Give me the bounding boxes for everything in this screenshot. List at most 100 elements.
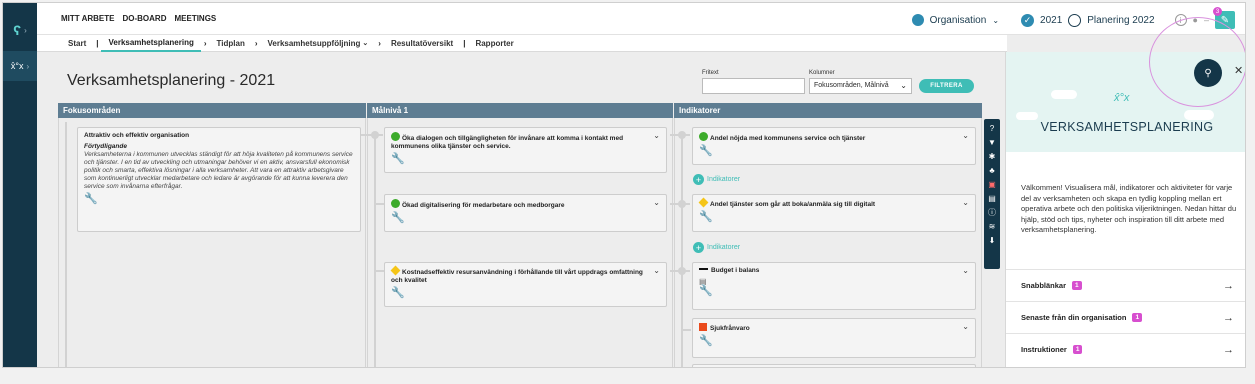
- subnav-verksamhetsuppfoljning[interactable]: Verksamhetsuppföljning ⌄: [261, 35, 376, 52]
- info-icon[interactable]: ⓘ: [986, 207, 998, 218]
- year-selector[interactable]: 2021: [1040, 15, 1062, 26]
- screenshot-frame: ʕ › x̂°x › MITT ARBETE DO-BOARD MEETINGS O…: [0, 0, 1255, 384]
- add-indicator-button[interactable]: + Indikatorer: [693, 242, 740, 253]
- cloud-decoration: [1016, 112, 1038, 120]
- arrow-right-icon: →: [1223, 311, 1234, 324]
- goal-title: Kostnadseffektiv resursanvändning i förh…: [391, 269, 643, 284]
- plan-selector[interactable]: Planering 2022: [1087, 15, 1154, 26]
- notification-count: 3: [1213, 7, 1222, 16]
- fritext-input[interactable]: [702, 78, 805, 94]
- chevron-right-icon: ›: [203, 38, 207, 48]
- chevron-right-icon: ›: [26, 61, 30, 71]
- planning-icon: x̂°x: [10, 61, 24, 71]
- main-content: Verksamhetsplanering - 2021 Fritext Kolu…: [37, 52, 1005, 367]
- pdf-icon[interactable]: ▣: [986, 179, 998, 190]
- planning-logo-icon: x̂°x: [1114, 92, 1130, 104]
- tree-node: [678, 131, 686, 139]
- topnav-item-do-board[interactable]: DO-BOARD: [122, 14, 166, 23]
- subnav-label: Verksamhetsuppföljning: [267, 38, 361, 48]
- wrench-icon[interactable]: 🔧: [699, 336, 969, 347]
- top-nav: MITT ARBETE DO-BOARD MEETINGS: [61, 14, 216, 23]
- panel-title: VERKSAMHETSPLANERING: [1040, 120, 1214, 134]
- arrow-right-icon: →: [1223, 343, 1234, 356]
- indicator-title: Andel tjänster som går att boka/anmäla s…: [710, 201, 876, 208]
- subnav-tidplan[interactable]: Tidplan: [210, 35, 252, 52]
- columns-select[interactable]: Fokusområden, Målnivå ⌄: [809, 78, 912, 94]
- chevron-down-icon[interactable]: ⌄: [653, 199, 660, 207]
- export-icon[interactable]: ⬇: [986, 235, 998, 246]
- row-count-badge: 1: [1132, 313, 1143, 322]
- page-title: Verksamhetsplanering - 2021: [67, 72, 276, 89]
- focus-area-title: Attraktiv och effektiv organisation: [84, 132, 190, 139]
- cloud-decoration: [1184, 110, 1214, 120]
- subnav-rapporter[interactable]: Rapporter: [468, 35, 520, 52]
- goal-card[interactable]: ⌄ Öka dialogen och tillgängligheten för …: [384, 127, 667, 173]
- goal-title: Ökad digitalisering för medarbetare och …: [402, 202, 565, 209]
- organisation-icon: [911, 14, 924, 26]
- tree-connector: [374, 270, 384, 272]
- goal-card[interactable]: ⌄ Kostnadseffektiv resursanvändning i fö…: [384, 262, 667, 307]
- chevron-right-icon: ›: [24, 25, 27, 35]
- indicator-card[interactable]: ⌄ Budget i balans ▤ 🔧: [692, 262, 976, 310]
- indicator-card[interactable]: [692, 364, 976, 367]
- left-rail: ʕ › x̂°x ›: [3, 3, 37, 367]
- chevron-down-icon[interactable]: ⌄: [653, 267, 660, 275]
- indicator-card[interactable]: ⌄ Andel nöjda med kommunens service och …: [692, 127, 976, 165]
- document-icon[interactable]: ▤: [986, 193, 998, 204]
- chevron-down-icon[interactable]: ⌄: [962, 267, 969, 275]
- chevron-down-icon[interactable]: ⌄: [962, 323, 969, 331]
- topnav-item-meetings[interactable]: MEETINGS: [174, 14, 216, 23]
- gear-icon[interactable]: ✱: [986, 151, 998, 162]
- topnav-item-mitt-arbete[interactable]: MITT ARBETE: [61, 14, 114, 23]
- chevron-right-icon: ›: [254, 38, 258, 48]
- highlight-ring: [1149, 17, 1245, 107]
- tree-line: [374, 134, 376, 367]
- focus-area-card[interactable]: Attraktiv och effektiv organisation Fört…: [77, 127, 361, 232]
- indicator-card[interactable]: ⌄ Sjukfrånvaro 🔧: [692, 318, 976, 358]
- layers-icon[interactable]: ≋: [986, 221, 998, 232]
- columns-label: Kolumner: [809, 70, 835, 76]
- organisation-menu[interactable]: Organisation: [930, 15, 987, 26]
- app-logo-button[interactable]: ʕ ›: [3, 15, 37, 45]
- chevron-down-icon[interactable]: ⌄: [962, 199, 969, 207]
- chevron-down-icon[interactable]: ⌄: [653, 132, 660, 140]
- focus-area-subtitle: Förtydligande: [84, 143, 127, 150]
- wrench-icon[interactable]: 🔧: [699, 212, 969, 223]
- indicator-title: Andel nöjda med kommunens service och tj…: [710, 135, 866, 142]
- wrench-icon[interactable]: 🔧: [699, 286, 969, 297]
- row-label: Instruktioner: [1021, 345, 1067, 354]
- goal-card[interactable]: ⌄ Ökad digitalisering för medarbetare oc…: [384, 194, 667, 232]
- subnav-verksamhetsplanering[interactable]: Verksamhetsplanering: [101, 35, 201, 52]
- tree-connector: [681, 329, 691, 331]
- filter-button[interactable]: FILTRERA: [919, 79, 974, 93]
- tool-strip: ? ▼ ✱ ♣ ▣ ▤ ⓘ ≋ ⬇: [984, 119, 1000, 269]
- chevron-down-icon: ⌄: [992, 15, 1000, 25]
- plus-icon: +: [693, 242, 704, 253]
- panel-row-senaste[interactable]: Senaste från din organisation 1 →: [1006, 301, 1245, 333]
- subnav-start[interactable]: Start: [61, 35, 93, 52]
- panel-intro: Välkommen! Visualisera mål, indikatorer …: [1021, 183, 1237, 234]
- wrench-icon[interactable]: 🔧: [391, 288, 660, 299]
- org-tree-icon[interactable]: ♣: [986, 165, 998, 176]
- chevron-down-icon[interactable]: ⌄: [962, 132, 969, 140]
- panel-row-snabblankar[interactable]: Snabblänkar 1 →: [1006, 269, 1245, 301]
- indicator-card[interactable]: ⌄ Andel tjänster som går att boka/anmäla…: [692, 194, 976, 232]
- status-green-icon: [391, 132, 400, 141]
- check-circle-icon: ✓: [1021, 13, 1035, 27]
- filter-icon[interactable]: ▼: [986, 137, 998, 148]
- add-indicator-button[interactable]: + Indikatorer: [693, 174, 740, 185]
- wrench-icon[interactable]: 🔧: [84, 194, 354, 205]
- status-green-icon: [699, 132, 708, 141]
- wrench-icon[interactable]: 🔧: [391, 213, 660, 224]
- rail-item-planning[interactable]: x̂°x ›: [3, 51, 37, 81]
- wrench-icon[interactable]: 🔧: [699, 146, 969, 157]
- help-icon[interactable]: ?: [986, 123, 998, 134]
- panel-row-instruktioner[interactable]: Instruktioner 1 →: [1006, 333, 1245, 365]
- wrench-icon[interactable]: 🔧: [391, 154, 660, 165]
- status-black-icon: [699, 268, 708, 270]
- logo-icon: ʕ: [13, 22, 22, 38]
- row-count-badge: 1: [1072, 345, 1083, 354]
- sub-nav: Start | Verksamhetsplanering › Tidplan ›…: [37, 35, 1007, 52]
- subnav-resultatoversikt[interactable]: Resultatöversikt: [384, 35, 460, 52]
- columns-value: Fokusområden, Målnivå: [814, 82, 889, 89]
